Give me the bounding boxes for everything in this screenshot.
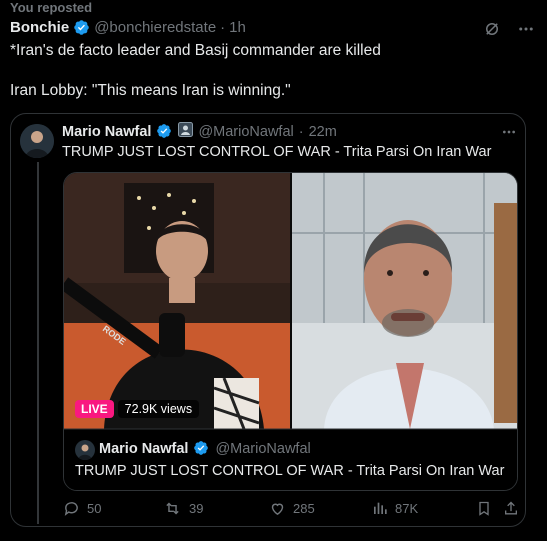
affiliate-badge-icon — [178, 122, 194, 141]
quote-author-row: Mario Nawfal @MarioNawfal · 22m — [62, 122, 337, 141]
avatar[interactable] — [75, 440, 95, 460]
bookmark-icon — [476, 500, 492, 517]
live-views: 72.9K views — [117, 400, 200, 418]
inner-author-row: Mario Nawfal @MarioNawfal — [99, 440, 311, 457]
views-count: 87K — [395, 500, 419, 516]
verified-badge-icon — [73, 19, 90, 36]
quote-author-name[interactable]: Mario Nawfal — [62, 124, 151, 140]
quote-time[interactable]: 22m — [309, 124, 337, 140]
live-badge: LIVE 72.9K views — [75, 400, 200, 418]
inner-author-name[interactable]: Mario Nawfal — [99, 441, 188, 457]
reply-count: 50 — [87, 501, 102, 516]
post-handle[interactable]: @bonchieredstate — [94, 19, 216, 36]
views-button[interactable]: 87K — [372, 500, 418, 516]
reply-icon — [63, 500, 80, 517]
like-count: 285 — [293, 501, 315, 516]
share-button[interactable] — [503, 500, 519, 517]
post-author-name[interactable]: Bonchie — [10, 19, 69, 36]
quote-text: TRUMP JUST LOST CONTROL OF WAR - Trita P… — [62, 144, 492, 160]
live-label: LIVE — [75, 400, 114, 418]
post-text-line-1: *Iran's de facto leader and Basij comman… — [10, 42, 381, 59]
repost-indicator: You reposted — [10, 0, 92, 15]
post-top-actions — [483, 20, 535, 38]
avatar[interactable] — [20, 124, 54, 158]
quote-separator: · — [298, 123, 304, 140]
quote-handle[interactable]: @MarioNawfal — [198, 124, 293, 140]
analytics-icon — [372, 500, 388, 516]
verified-badge-icon — [193, 440, 210, 457]
repost-icon — [163, 500, 182, 517]
share-icon — [503, 500, 519, 517]
post-time[interactable]: 1h — [229, 19, 246, 36]
like-button[interactable]: 285 — [269, 500, 315, 517]
inner-handle[interactable]: @MarioNawfal — [215, 441, 310, 457]
quote-more-options-icon[interactable] — [501, 124, 517, 145]
repost-button[interactable]: 39 — [163, 500, 203, 517]
thread-line — [37, 162, 39, 524]
reply-button[interactable]: 50 — [63, 500, 101, 517]
inner-text: TRUMP JUST LOST CONTROL OF WAR - Trita P… — [75, 463, 505, 479]
post-author-row: Bonchie @bonchieredstate · 1h — [10, 19, 246, 36]
bookmark-button[interactable] — [476, 500, 492, 517]
grok-icon[interactable] — [483, 20, 501, 38]
repost-label: You reposted — [10, 0, 93, 15]
more-options-icon[interactable] — [517, 20, 535, 38]
heart-icon — [269, 500, 286, 517]
repost-count: 39 — [189, 501, 204, 516]
verified-badge-icon — [156, 123, 173, 140]
post-separator: · — [220, 19, 226, 36]
post-text-line-2: Iran Lobby: "This means Iran is winning.… — [10, 82, 291, 99]
